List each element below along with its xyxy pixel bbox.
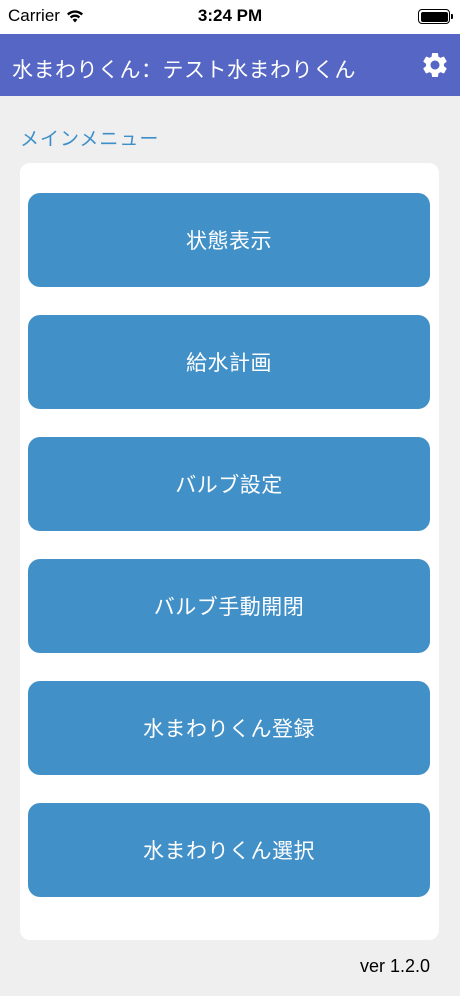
nav-bar: 水まわりくん：テスト水まわりくん [0,34,460,96]
battery-icon [418,9,453,24]
version-label: ver 1.2.0 [359,956,430,976]
battery-fill [420,11,448,22]
valve-manual-button[interactable]: バルブ手動開閉 [28,559,430,653]
status-display-button[interactable]: 状態表示 [28,193,430,287]
device-register-button[interactable]: 水まわりくん登録 [28,681,430,775]
status-time: 3:24 PM [197,6,263,25]
section-title: メインメニュー [20,128,160,150]
water-plan-button[interactable]: 給水計画 [28,315,430,409]
main-menu-card: 状態表示 給水計画 バルブ設定 バルブ手動開閉 水まわりくん登録 水まわりくん選… [20,163,439,940]
status-bar: Carrier 3:24 PM [0,0,460,34]
valve-settings-button[interactable]: バルブ設定 [28,437,430,531]
page-title: 水まわりくん：テスト水まわりくん [12,58,356,82]
gear-icon[interactable] [420,50,450,80]
device-select-button[interactable]: 水まわりくん選択 [28,803,430,897]
